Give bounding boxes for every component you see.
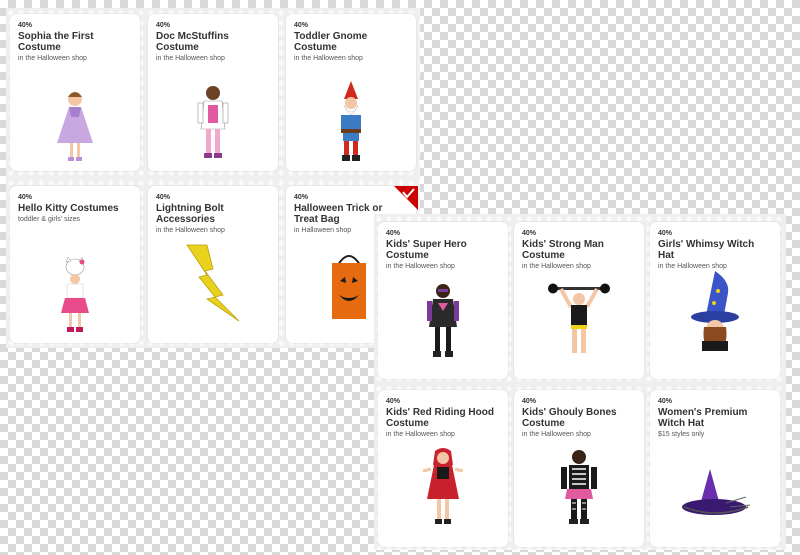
hello-kitty-costume-icon <box>61 257 89 332</box>
product-subtitle: in the Halloween shop <box>658 263 727 270</box>
product-title[interactable]: Girls' Whimsy Witch Hat <box>658 239 772 261</box>
whimsy-witch-hat-icon <box>691 271 739 351</box>
discount-label: 40% <box>156 22 171 29</box>
deal-card[interactable]: 40% Hello Kitty Costumes toddler & girls… <box>10 186 140 343</box>
product-image[interactable] <box>10 257 140 335</box>
deal-card[interactable]: 40% Sophia the First Costume in the Hall… <box>10 14 140 171</box>
purple-witch-hat-icon <box>682 469 751 515</box>
discount-label: 40% <box>658 398 673 405</box>
product-subtitle: in the Halloween shop <box>18 55 87 62</box>
discount-label: 40% <box>522 230 537 237</box>
product-image[interactable] <box>10 87 140 163</box>
product-title[interactable]: Toddler Gnome Costume <box>294 31 408 53</box>
product-title[interactable]: Lightning Bolt Accessories <box>156 203 270 225</box>
product-subtitle: in the Halloween shop <box>156 227 225 234</box>
product-image[interactable] <box>148 243 278 323</box>
red-checkmark-corner-icon <box>394 186 418 210</box>
product-title[interactable]: Kids' Strong Man Costume <box>522 239 636 261</box>
deal-card[interactable]: 40% Lightning Bolt Accessories in the Ha… <box>148 186 278 343</box>
product-subtitle: toddler & girls' sizes <box>18 216 81 223</box>
product-image[interactable] <box>650 271 780 351</box>
deal-card[interactable]: 40% Toddler Gnome Costume in the Hallowe… <box>286 14 416 171</box>
discount-label: 40% <box>658 230 673 237</box>
deal-card[interactable]: 40% Kids' Ghouly Bones Costume in the Ha… <box>514 390 644 547</box>
product-title[interactable]: Hello Kitty Costumes <box>18 203 132 214</box>
skeleton-costume-icon <box>561 450 597 524</box>
product-subtitle: $15 styles only <box>658 431 705 438</box>
deal-card[interactable]: 40% Kids' Strong Man Costume in the Hall… <box>514 222 644 379</box>
deal-card[interactable]: 40% Kids' Super Hero Costume in the Hall… <box>378 222 508 379</box>
product-image[interactable] <box>514 447 644 527</box>
deal-card[interactable]: 40% Women's Premium Witch Hat $15 styles… <box>650 390 780 547</box>
product-title[interactable]: Women's Premium Witch Hat <box>658 407 772 429</box>
doctor-costume-icon <box>197 86 229 158</box>
strong-man-costume-icon <box>548 283 610 353</box>
purple-princess-costume-icon <box>57 92 93 161</box>
product-subtitle: in the Halloween shop <box>294 55 363 62</box>
product-title[interactable]: Doc McStuffins Costume <box>156 31 270 53</box>
discount-label: 40% <box>18 194 33 201</box>
product-title[interactable]: Kids' Red Riding Hood Costume <box>386 407 500 429</box>
product-image[interactable] <box>148 83 278 163</box>
product-title[interactable]: Kids' Super Hero Costume <box>386 239 500 261</box>
deal-panel-left: 40% Sophia the First Costume in the Hall… <box>6 8 420 348</box>
deal-panel-right: 40% Kids' Super Hero Costume in the Hall… <box>374 214 786 550</box>
discount-label: 40% <box>156 194 171 201</box>
product-subtitle: in the Halloween shop <box>156 55 225 62</box>
pumpkin-treat-bag-icon <box>332 255 366 319</box>
product-title[interactable]: Sophia the First Costume <box>18 31 132 53</box>
discount-label: 40% <box>294 194 309 201</box>
product-image[interactable] <box>378 281 508 359</box>
product-image[interactable] <box>514 281 644 359</box>
product-subtitle: in the Halloween shop <box>522 431 591 438</box>
discount-label: 40% <box>386 398 401 405</box>
product-image[interactable] <box>378 447 508 527</box>
discount-label: 40% <box>18 22 33 29</box>
red-riding-hood-costume-icon <box>422 448 464 524</box>
product-subtitle: in the Halloween shop <box>386 431 455 438</box>
product-image[interactable] <box>286 81 416 163</box>
product-title[interactable]: Kids' Ghouly Bones Costume <box>522 407 636 429</box>
lightning-bolt-icon <box>186 244 240 322</box>
discount-label: 40% <box>294 22 309 29</box>
deal-card[interactable]: 40% Kids' Red Riding Hood Costume in the… <box>378 390 508 547</box>
product-subtitle: in the Halloween shop <box>522 263 591 270</box>
gnome-costume-icon <box>341 81 361 161</box>
discount-label: 40% <box>522 398 537 405</box>
deal-card[interactable]: 40% Doc McStuffins Costume in the Hallow… <box>148 14 278 171</box>
product-subtitle: in the Halloween shop <box>386 263 455 270</box>
deal-card[interactable]: 40% Girls' Whimsy Witch Hat in the Hallo… <box>650 222 780 379</box>
product-image[interactable] <box>650 467 780 519</box>
discount-label: 40% <box>386 230 401 237</box>
super-hero-costume-icon <box>427 284 459 357</box>
